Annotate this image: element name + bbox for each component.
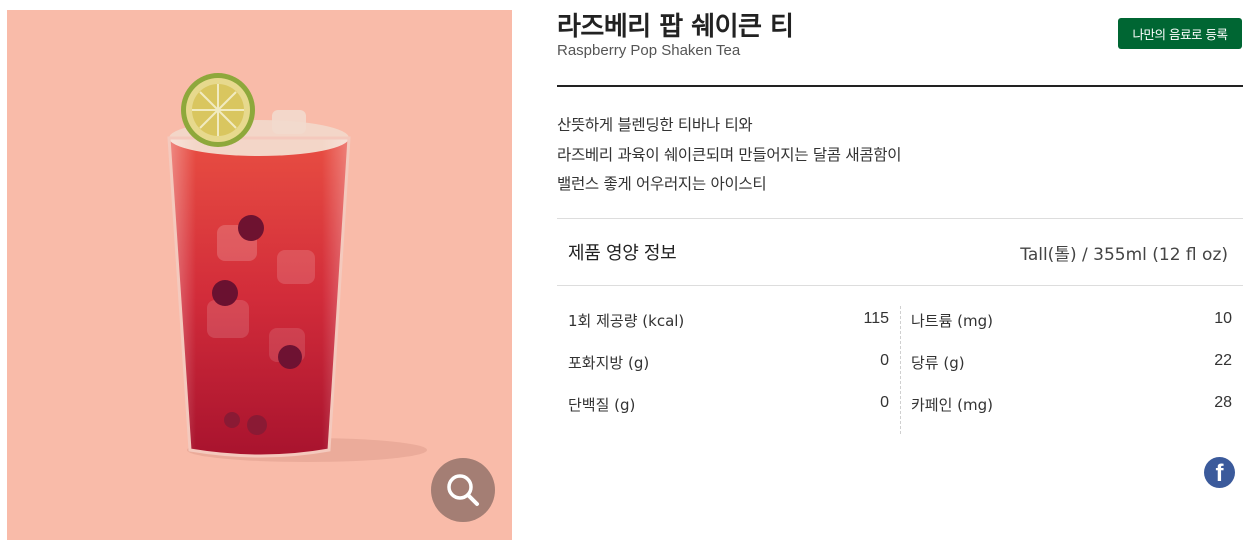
header-divider — [557, 85, 1243, 87]
nutrition-row-protein: 단백질 (g) 0 — [568, 394, 889, 418]
nutrition-value: 115 — [863, 310, 889, 327]
nutrition-label: 나트륨 (mg) — [911, 312, 994, 330]
nutrition-label: 당류 (g) — [911, 354, 965, 372]
nutrition-top-divider — [557, 218, 1243, 219]
nutrition-row-saturated-fat: 포화지방 (g) 0 — [568, 352, 889, 376]
product-title: 라즈베리 팝 쉐이큰 티 — [557, 12, 794, 42]
nutrition-label: 포화지방 (g) — [568, 354, 650, 372]
facebook-share-button[interactable]: f — [1204, 457, 1235, 488]
nutrition-title: 제품 영양 정보 — [568, 243, 677, 264]
zoom-button[interactable] — [431, 458, 495, 522]
nutrition-value: 10 — [1214, 310, 1232, 327]
serving-size: Tall(톨) / 355ml (12 fl oz) — [1020, 245, 1228, 265]
nutrition-value: 22 — [1214, 352, 1232, 369]
description-line: 라즈베리 과육이 쉐이큰되며 만들어지는 달콤 새콤함이 — [557, 145, 902, 164]
nutrition-row-sugar: 당류 (g) 22 — [911, 352, 1232, 376]
nutrition-value: 28 — [1214, 394, 1232, 411]
drink-illustration — [167, 73, 427, 462]
description-line: 밸런스 좋게 어우러지는 아이스티 — [557, 175, 767, 193]
nutrition-label: 단백질 (g) — [568, 396, 636, 414]
nutrition-row-caffeine: 카페인 (mg) 28 — [911, 394, 1232, 418]
facebook-icon: f — [1215, 460, 1224, 487]
register-my-drink-button[interactable]: 나만의 음료로 등록 — [1118, 18, 1242, 49]
nutrition-value: 0 — [880, 394, 889, 411]
nutrition-column-divider — [900, 306, 901, 434]
nutrition-row-sodium: 나트륨 (mg) 10 — [911, 310, 1232, 334]
magnifier-icon — [447, 474, 479, 506]
nutrition-value: 0 — [880, 352, 889, 369]
product-description: 산뜻하게 블렌딩한 티바나 티와 라즈베리 과육이 쉐이큰되며 만들어지는 달콤… — [557, 111, 902, 200]
product-image — [7, 10, 512, 540]
nutrition-row-kcal: 1회 제공량 (kcal) 115 — [568, 310, 889, 334]
description-line: 산뜻하게 블렌딩한 티바나 티와 — [557, 116, 753, 134]
nutrition-header-divider — [557, 285, 1243, 286]
nutrition-label: 카페인 (mg) — [911, 396, 994, 414]
nutrition-label: 1회 제공량 (kcal) — [568, 312, 685, 330]
product-title-english: Raspberry Pop Shaken Tea — [557, 42, 741, 59]
